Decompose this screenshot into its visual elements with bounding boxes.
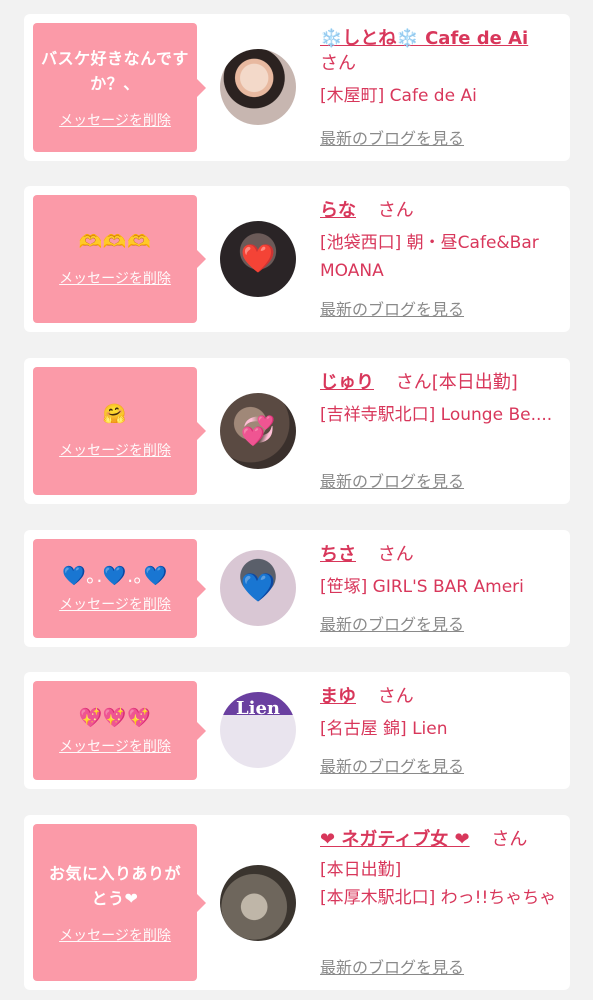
profile-info: まゆ さん [名古屋 錦] Lien xyxy=(320,684,560,743)
delete-message-link[interactable]: メッセージを削除 xyxy=(59,268,171,288)
profile-info: らな さん [池袋西口] 朝・昼Cafe&Bar MOANA xyxy=(320,198,560,285)
honorific: さん xyxy=(377,686,414,707)
latest-blog-link[interactable]: 最新のブログを見る xyxy=(320,468,464,492)
shop-name: [笹塚] GIRL'S BAR Ameri xyxy=(320,577,524,597)
message-text: 💖💖💖 xyxy=(78,706,152,729)
latest-blog-link[interactable]: 最新のブログを見る xyxy=(320,611,464,635)
shop-name: [木屋町] Cafe de Ai xyxy=(320,86,477,106)
message-text: お気に入りありがとう❤ xyxy=(48,863,181,908)
avatar[interactable] xyxy=(220,865,296,941)
message-bubble: 💙｡.💙.｡💙 メッセージを削除 xyxy=(33,539,206,638)
profile-info: ❄️しとね❄️ Cafe de Ai さん [木屋町] Cafe de Ai xyxy=(320,26,560,110)
message-text: バスケ好きなんですか？、 xyxy=(41,48,189,93)
delete-message-link[interactable]: メッセージを削除 xyxy=(59,440,171,460)
shop-name: [池袋西口] 朝・昼Cafe&Bar MOANA xyxy=(320,233,539,281)
avatar[interactable]: ❤️ xyxy=(220,221,296,297)
message-list: バスケ好きなんですか？、 メッセージを削除 ❄️しとね❄️ Cafe de Ai… xyxy=(0,0,593,1000)
profile-name-link[interactable]: ❤ ネガティブ女 ❤ xyxy=(320,829,470,850)
profile-info: ちさ さん [笹塚] GIRL'S BAR Ameri xyxy=(320,542,560,601)
shop-name: [名古屋 錦] Lien xyxy=(320,719,448,739)
delete-message-link[interactable]: メッセージを削除 xyxy=(59,594,171,614)
message-bubble: 🤗 メッセージを削除 xyxy=(33,367,206,495)
message-text: 🫶🫶🫶 xyxy=(78,231,152,253)
honorific: さん xyxy=(377,200,414,221)
message-card: お気に入りありがとう❤ メッセージを削除 ❤ ネガティブ女 ❤ さん [本日出勤… xyxy=(24,815,570,990)
latest-blog-link[interactable]: 最新のブログを見る xyxy=(320,753,464,777)
avatar-logo-text: Lien xyxy=(235,697,281,719)
message-text: 💙｡.💙.｡💙 xyxy=(62,564,168,587)
message-bubble: 💖💖💖 メッセージを削除 xyxy=(33,681,206,780)
message-bubble: お気に入りありがとう❤ メッセージを削除 xyxy=(33,824,206,981)
avatar[interactable]: 💙 xyxy=(220,550,296,626)
honorific: さん xyxy=(377,544,414,565)
profile-name-link[interactable]: じゅり xyxy=(320,372,374,393)
status-text: [本日出勤] xyxy=(320,860,402,880)
message-card: 💙｡.💙.｡💙 メッセージを削除 💙 ちさ さん [笹塚] GIRL'S BAR… xyxy=(24,530,570,647)
profile-info: じゅり さん[本日出勤] [吉祥寺駅北口] Lounge Be.... xyxy=(320,370,560,429)
honorific: さん xyxy=(395,372,432,393)
avatar[interactable]: Lien xyxy=(220,692,296,768)
shop-name: [本厚木駅北口] わっ!!ちゃちゃ xyxy=(320,888,557,908)
latest-blog-link[interactable]: 最新のブログを見る xyxy=(320,125,464,149)
avatar[interactable] xyxy=(220,49,296,125)
avatar-heart-overlay: ❤️ xyxy=(240,242,276,275)
profile-info: ❤ ネガティブ女 ❤ さん [本日出勤] [本厚木駅北口] わっ!!ちゃちゃ xyxy=(320,827,560,912)
message-card: 🫶🫶🫶 メッセージを削除 ❤️ らな さん [池袋西口] 朝・昼Cafe&Bar… xyxy=(24,186,570,332)
profile-name-link[interactable]: らな xyxy=(320,200,356,221)
message-card: バスケ好きなんですか？、 メッセージを削除 ❄️しとね❄️ Cafe de Ai… xyxy=(24,14,570,161)
delete-message-link[interactable]: メッセージを削除 xyxy=(59,736,171,756)
profile-name-link[interactable]: ❄️しとね❄️ Cafe de Ai xyxy=(320,28,528,49)
message-card: 🤗 メッセージを削除 💞 じゅり さん[本日出勤] [吉祥寺駅北口] Loung… xyxy=(24,358,570,504)
shop-name: [吉祥寺駅北口] Lounge Be.... xyxy=(320,405,553,425)
message-bubble: 🫶🫶🫶 メッセージを削除 xyxy=(33,195,206,323)
latest-blog-link[interactable]: 最新のブログを見る xyxy=(320,296,464,320)
delete-message-link[interactable]: メッセージを削除 xyxy=(59,925,171,945)
avatar-hearts-overlay: 💞 xyxy=(240,414,276,447)
honorific: さん xyxy=(491,829,528,850)
profile-name-link[interactable]: まゆ xyxy=(320,686,356,707)
message-text: 🤗 xyxy=(102,403,128,425)
status-text: [本日出勤] xyxy=(431,372,518,393)
latest-blog-link[interactable]: 最新のブログを見る xyxy=(320,954,464,978)
message-card: 💖💖💖 メッセージを削除 Lien まゆ さん [名古屋 錦] Lien 最新の… xyxy=(24,672,570,789)
message-bubble: バスケ好きなんですか？、 メッセージを削除 xyxy=(33,23,206,152)
honorific: さん xyxy=(320,53,356,74)
avatar-heart-overlay: 💙 xyxy=(240,571,276,604)
profile-name-link[interactable]: ちさ xyxy=(320,544,356,565)
avatar[interactable]: 💞 xyxy=(220,393,296,469)
delete-message-link[interactable]: メッセージを削除 xyxy=(59,110,171,130)
